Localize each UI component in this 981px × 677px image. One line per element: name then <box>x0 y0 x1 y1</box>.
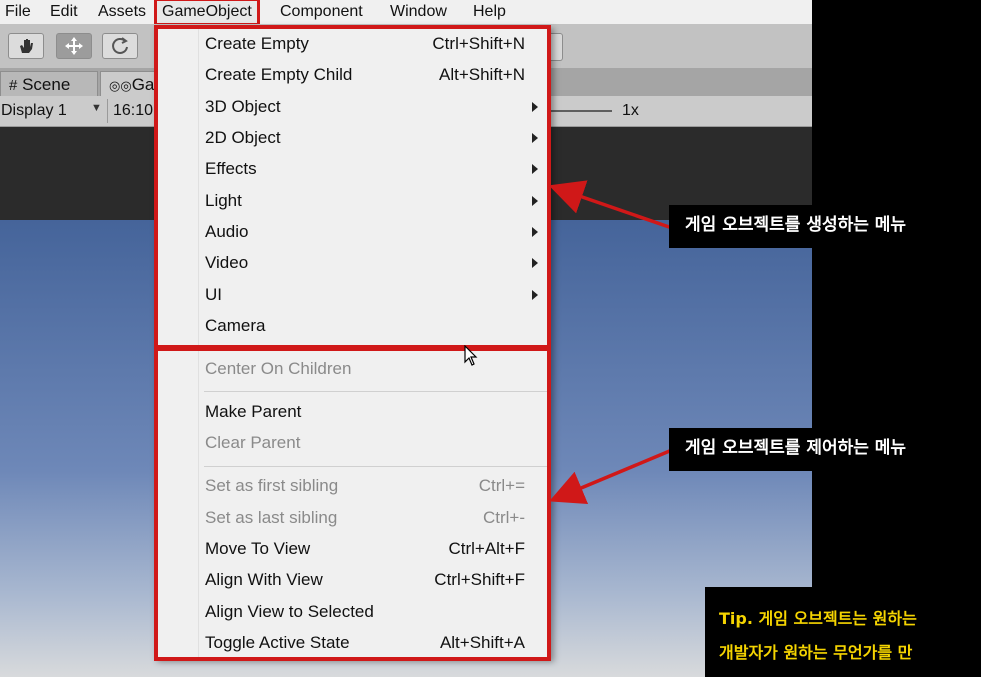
menu-item-video[interactable]: Video <box>205 253 248 273</box>
menu-item-create-empty-child[interactable]: Create Empty Child <box>205 65 352 85</box>
menu-item-ui[interactable]: UI <box>205 285 222 305</box>
tip-line-2: 개발자가 원하는 무언가를 만 <box>719 643 913 662</box>
menu-item-3d-object[interactable]: 3D Object <box>205 97 281 117</box>
create-menu-callout-text: 게임 오브젝트를 생성하는 메뉴 <box>685 215 907 235</box>
tab-game[interactable]: ◎◎Ga <box>100 71 158 96</box>
control-menu-callout-text: 게임 오브젝트를 제어하는 메뉴 <box>685 438 907 458</box>
create-callout-arrow <box>548 180 673 230</box>
menu-component[interactable]: Component <box>280 0 363 24</box>
chevron-down-icon: ▼ <box>91 102 102 114</box>
menu-icon-gutter <box>198 25 199 659</box>
menu-window[interactable]: Window <box>390 0 447 24</box>
menu-bar: File Edit Assets GameObject Component Wi… <box>0 0 812 26</box>
submenu-arrow-icon <box>532 196 538 206</box>
shortcut-move-to-view: Ctrl+Alt+F <box>448 539 525 558</box>
grid-icon: # <box>9 77 18 94</box>
menu-item-toggle-active-state[interactable]: Toggle Active State <box>205 633 350 653</box>
menu-item-effects[interactable]: Effects <box>205 159 257 179</box>
hand-tool-button[interactable] <box>8 33 44 59</box>
shortcut-toggle-active-state: Alt+Shift+A <box>439 633 525 652</box>
menu-item-move-to-view[interactable]: Move To View <box>205 539 310 559</box>
menu-item-align-view-to-selected[interactable]: Align View to Selected <box>205 602 374 622</box>
submenu-arrow-icon <box>532 227 538 237</box>
submenu-arrow-icon <box>532 290 538 300</box>
rotate-tool-button[interactable] <box>102 33 138 59</box>
control-callout-arrow <box>549 448 673 505</box>
gamepad-icon: ◎◎ <box>109 78 132 93</box>
display-select[interactable]: Display 1 <box>1 96 67 126</box>
menu-item-set-first-sibling[interactable]: Set as first sibling <box>205 476 338 496</box>
menu-item-camera[interactable]: Camera <box>205 316 265 336</box>
menu-item-audio[interactable]: Audio <box>205 222 248 242</box>
aspect-select[interactable]: 16:10 <box>113 96 153 126</box>
menu-item-clear-parent[interactable]: Clear Parent <box>205 433 300 453</box>
menu-separator <box>204 466 548 467</box>
create-menu-callout: 게임 오브젝트를 생성하는 메뉴 <box>669 205 981 248</box>
menu-item-set-last-sibling[interactable]: Set as last sibling <box>205 508 337 528</box>
scale-slider[interactable] <box>550 110 612 112</box>
control-menu-callout: 게임 오브젝트를 제어하는 메뉴 <box>669 428 981 471</box>
rotate-icon <box>112 37 128 54</box>
menu-item-create-empty[interactable]: Create Empty <box>205 34 309 54</box>
tab-scene-label: Scene <box>22 75 71 94</box>
shortcut-align-with-view: Ctrl+Shift+F <box>434 570 525 589</box>
menu-file[interactable]: File <box>5 0 31 24</box>
tab-scene[interactable]: # Scene <box>0 71 98 96</box>
submenu-arrow-icon <box>532 133 538 143</box>
menu-help[interactable]: Help <box>473 0 506 24</box>
shortcut-set-first-sibling: Ctrl+= <box>478 476 525 495</box>
tip-line-1: Tip. 게임 오브젝트는 원하는 <box>719 609 917 628</box>
tab-game-label: Ga <box>131 75 155 94</box>
shortcut-create-empty: Ctrl+Shift+N <box>432 34 525 53</box>
shortcut-create-empty-child: Alt+Shift+N <box>439 65 525 84</box>
menu-separator <box>204 347 548 348</box>
submenu-arrow-icon <box>532 102 538 112</box>
submenu-arrow-icon <box>532 258 538 268</box>
callout-arrows <box>548 180 673 505</box>
menu-item-light[interactable]: Light <box>205 191 242 211</box>
gameobject-dropdown <box>154 25 551 659</box>
menu-item-center-on-children[interactable]: Center On Children <box>205 359 351 379</box>
shortcut-set-last-sibling: Ctrl+- <box>482 508 525 527</box>
move-tool-button[interactable] <box>56 33 92 59</box>
move-icon <box>65 37 83 55</box>
menu-item-make-parent[interactable]: Make Parent <box>205 402 301 422</box>
menu-assets[interactable]: Assets <box>98 0 146 24</box>
divider <box>107 99 108 123</box>
menu-separator <box>204 391 548 392</box>
tip-box: Tip. 게임 오브젝트는 원하는 개발자가 원하는 무언가를 만 <box>705 587 981 677</box>
menu-item-2d-object[interactable]: 2D Object <box>205 128 281 148</box>
menu-gameobject[interactable]: GameObject <box>154 0 260 26</box>
mouse-cursor-icon <box>464 345 478 366</box>
menu-edit[interactable]: Edit <box>50 0 78 24</box>
hand-icon <box>20 39 33 53</box>
scale-value: 1x <box>622 102 639 119</box>
menu-item-align-with-view[interactable]: Align With View <box>205 570 323 590</box>
submenu-arrow-icon <box>532 164 538 174</box>
